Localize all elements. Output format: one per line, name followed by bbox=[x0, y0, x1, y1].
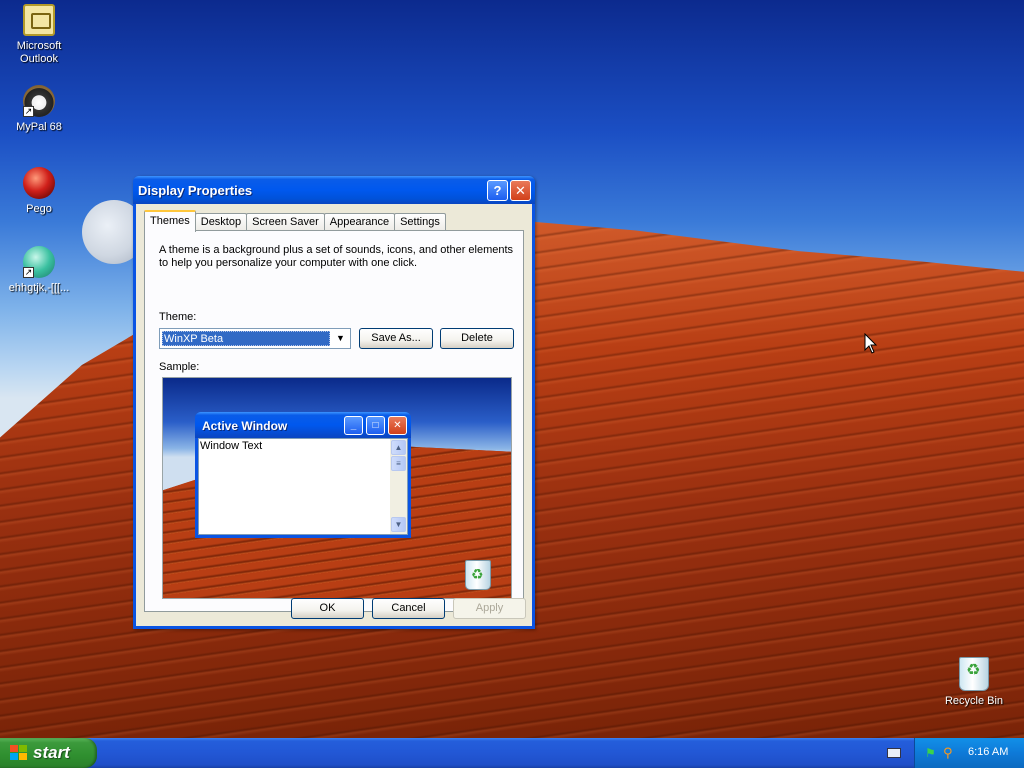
taskbar: start ⚑ ⚲ 6:16 AM bbox=[0, 738, 1024, 768]
network-icon[interactable]: ⚑ bbox=[925, 746, 939, 760]
mypal-icon: ↗ bbox=[23, 85, 55, 117]
desktop-icon-label: ehhgtjk,-[[[... bbox=[8, 282, 70, 294]
sample-window-body: Window Text ▲ ≡ ▼ bbox=[198, 438, 408, 535]
chevron-down-icon[interactable]: ▼ bbox=[332, 330, 349, 347]
desktop-icon-outlook[interactable]: Microsoft Outlook bbox=[1, 4, 77, 66]
sample-active-window: Active Window _ □ ✕ Window Text ▲ ≡ ▼ bbox=[195, 412, 411, 538]
help-button[interactable]: ? bbox=[487, 180, 508, 201]
delete-button[interactable]: Delete bbox=[440, 328, 514, 349]
dialog-titlebar[interactable]: Display Properties ? ✕ bbox=[133, 176, 535, 204]
tab-screen-saver[interactable]: Screen Saver bbox=[246, 213, 325, 231]
windows-flag-icon bbox=[10, 745, 28, 761]
theme-select-value: WinXP Beta bbox=[162, 331, 330, 346]
sample-window-text: Window Text bbox=[200, 440, 263, 452]
sample-scrollbar: ▲ ≡ ▼ bbox=[390, 439, 407, 534]
start-label: start bbox=[33, 743, 70, 762]
desktop-icon-ehhgtjk[interactable]: ↗ ehhgtjk,-[[[... bbox=[0, 246, 78, 295]
tab-strip: Themes Desktop Screen Saver Appearance S… bbox=[144, 210, 446, 232]
themes-description: A theme is a background plus a set of so… bbox=[159, 244, 514, 269]
desktop-icon-label: MyPal 68 bbox=[16, 121, 62, 133]
scroll-thumb: ≡ bbox=[391, 456, 406, 471]
keyboard-icon[interactable] bbox=[887, 748, 901, 758]
tab-appearance[interactable]: Appearance bbox=[323, 213, 396, 231]
shortcut-arrow-icon: ↗ bbox=[23, 267, 34, 278]
ok-button[interactable]: OK bbox=[291, 598, 364, 619]
system-tray: ⚑ ⚲ 6:16 AM bbox=[914, 738, 1024, 768]
close-button[interactable]: ✕ bbox=[510, 180, 531, 201]
pego-icon bbox=[23, 167, 55, 199]
minimize-icon: _ bbox=[344, 416, 363, 435]
search-icon[interactable]: ⚲ bbox=[943, 745, 957, 760]
shortcut-arrow-icon: ↗ bbox=[23, 106, 34, 117]
dialog-title: Display Properties bbox=[138, 183, 253, 198]
apply-button[interactable]: Apply bbox=[453, 598, 526, 619]
cancel-button[interactable]: Cancel bbox=[372, 598, 445, 619]
theme-label: Theme: bbox=[159, 311, 197, 323]
tab-desktop[interactable]: Desktop bbox=[194, 213, 248, 231]
desktop-icon-mypal[interactable]: ↗ MyPal 68 bbox=[1, 85, 77, 134]
dialog-client-area: Themes Desktop Screen Saver Appearance S… bbox=[136, 204, 532, 626]
desktop-icon-pego[interactable]: Pego bbox=[1, 167, 77, 216]
close-icon: ✕ bbox=[388, 416, 407, 435]
desktop-icon-label: Pego bbox=[26, 203, 52, 215]
outlook-icon bbox=[23, 4, 55, 36]
display-properties-dialog: Display Properties ? ✕ Themes Desktop Sc… bbox=[133, 176, 535, 629]
desktop-icon-recycle-bin[interactable]: Recycle Bin bbox=[936, 657, 1012, 708]
tab-settings[interactable]: Settings bbox=[394, 213, 446, 231]
theme-sample-preview: Active Window _ □ ✕ Window Text ▲ ≡ ▼ bbox=[162, 377, 512, 599]
clock[interactable]: 6:16 AM bbox=[968, 746, 1008, 758]
theme-select[interactable]: WinXP Beta ▼ bbox=[159, 328, 351, 349]
scroll-down-icon: ▼ bbox=[391, 517, 406, 532]
sample-recycle-bin-icon bbox=[465, 560, 491, 590]
desktop-icon-label: Microsoft Outlook bbox=[16, 40, 62, 65]
recycle-bin-icon bbox=[959, 657, 989, 691]
sample-window-title: Active Window bbox=[202, 419, 288, 433]
save-as-button[interactable]: Save As... bbox=[359, 328, 433, 349]
sample-label: Sample: bbox=[159, 361, 200, 373]
scroll-up-icon: ▲ bbox=[391, 440, 406, 455]
themes-tab-panel: A theme is a background plus a set of so… bbox=[144, 230, 524, 612]
app-icon: ↗ bbox=[23, 246, 55, 278]
maximize-icon: □ bbox=[366, 416, 385, 435]
sample-window-titlebar: Active Window _ □ ✕ bbox=[195, 412, 411, 438]
start-button[interactable]: start bbox=[0, 738, 97, 768]
tab-themes[interactable]: Themes bbox=[144, 210, 196, 232]
desktop-icon-label: Recycle Bin bbox=[944, 695, 1004, 707]
